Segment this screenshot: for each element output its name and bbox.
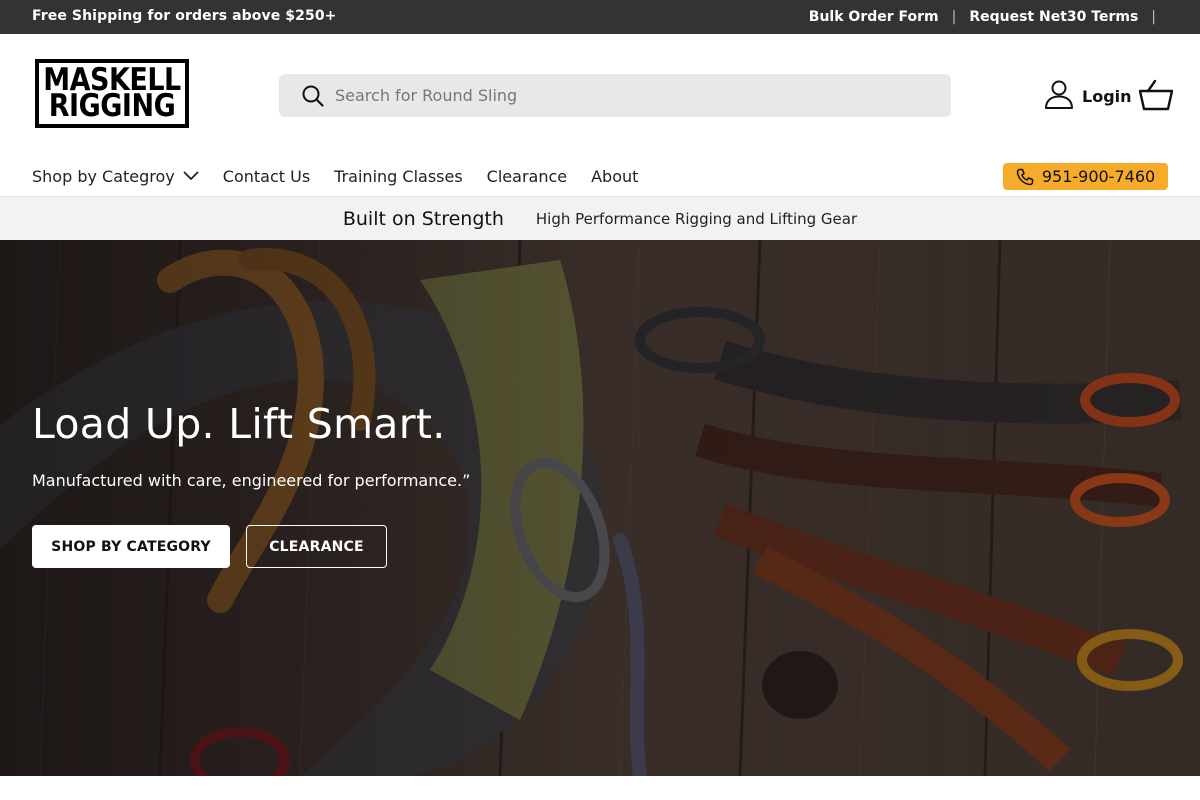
nav-item-label: Shop by Categroy [32,166,175,186]
topbar-separator: | [1151,8,1156,25]
nav-about[interactable]: About [591,167,638,186]
maskell-rigging-logo[interactable]: MASKELL RIGGING [35,59,189,128]
request-net30-link[interactable]: Request Net30 Terms [969,9,1138,25]
bulk-order-form-link[interactable]: Bulk Order Form [809,9,939,25]
hero-overlay [0,240,1200,776]
hero-banner: Load Up. Lift Smart. Manufactured with c… [0,240,1200,776]
nav-shop-by-category[interactable]: Shop by Categroy [32,167,199,186]
free-shipping-text: Free Shipping for orders above $250+ [32,8,337,24]
hero-title: Load Up. Lift Smart. [32,400,446,448]
phone-number: 951-900-7460 [1041,167,1156,186]
tagline-strip: Built on Strength High Performance Riggi… [0,196,1200,240]
login-label[interactable]: Login [1082,87,1132,106]
topbar-separator: | [951,8,957,25]
phone-icon [1016,168,1034,186]
tagline-headline: Built on Strength [342,207,504,230]
announcement-bar: Free Shipping for orders above $250+ Bul… [0,0,1200,34]
nav-training-classes[interactable]: Training Classes [334,167,463,186]
main-navigation: Shop by Categroy Contact Us Training Cla… [32,163,662,189]
user-icon[interactable] [1044,79,1074,113]
search-icon[interactable] [301,84,325,108]
logo-line-2: RIGGING [48,88,176,124]
nav-contact-us[interactable]: Contact Us [223,167,310,186]
shop-by-category-button[interactable]: SHOP BY CATEGORY [32,525,230,568]
hero-subtitle: Manufactured with care, engineered for p… [32,471,471,490]
search-bar[interactable] [279,74,951,117]
topbar-links: Bulk Order Form | Request Net30 Terms | [809,0,1156,33]
phone-button[interactable]: 951-900-7460 [1003,163,1168,190]
chevron-down-icon [183,171,199,181]
tagline-subline: High Performance Rigging and Lifting Gea… [535,209,858,228]
basket-icon[interactable] [1138,78,1174,112]
clearance-button[interactable]: CLEARANCE [246,525,387,568]
nav-clearance[interactable]: Clearance [487,167,567,186]
account-link[interactable]: Login [1044,79,1132,113]
search-input[interactable] [335,86,895,105]
